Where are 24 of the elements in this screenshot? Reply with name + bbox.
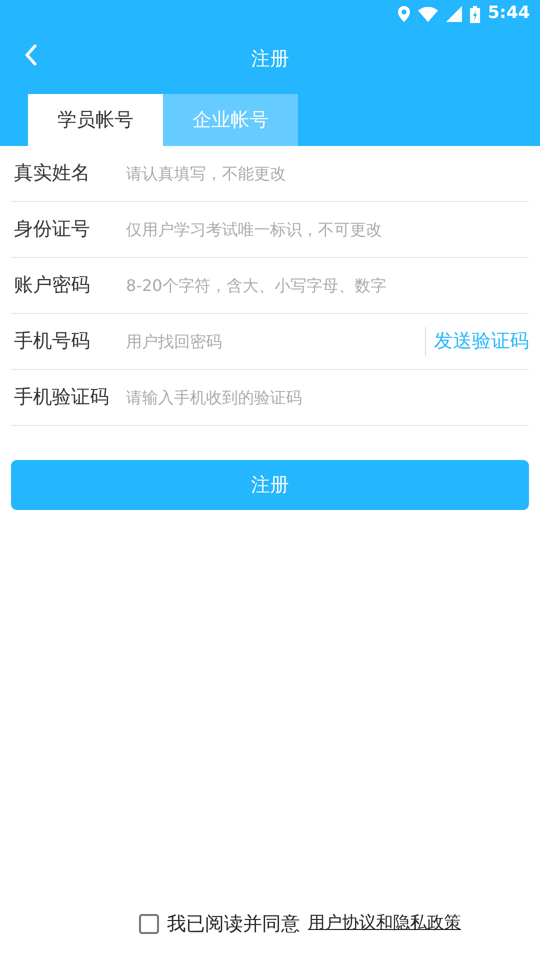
field-label: 身份证号 xyxy=(13,217,91,242)
input-field[interactable]: 仅用户学习考试唯一标识，不可更改 xyxy=(126,218,529,242)
field-label: 真实姓名 xyxy=(13,161,91,186)
input-field[interactable]: 请输入手机收到的验证码 xyxy=(126,386,529,410)
agreement-text: 我已阅读并同意 xyxy=(167,912,300,936)
signal-icon xyxy=(446,6,462,22)
wifi-icon xyxy=(418,6,438,22)
input-field[interactable]: 8-20个字符，含大、小写字母、数字 xyxy=(126,274,529,298)
register-button[interactable]: 注册 xyxy=(11,460,529,510)
send-code-button[interactable]: 发送验证码 xyxy=(425,327,529,356)
agree-checkbox[interactable] xyxy=(139,914,159,934)
location-icon xyxy=(398,6,410,22)
status-time: 5:44 xyxy=(488,2,530,26)
back-icon xyxy=(24,44,38,66)
field-label: 账户密码 xyxy=(13,273,91,298)
account-tab[interactable]: 企业帐号 xyxy=(163,94,298,146)
field-label: 手机验证码 xyxy=(13,385,110,410)
account-tab[interactable]: 学员帐号 xyxy=(28,94,163,146)
input-field[interactable]: 用户找回密码 xyxy=(126,330,425,354)
page-title: 注册 xyxy=(251,46,289,72)
input-field[interactable]: 请认真填写，不能更改 xyxy=(126,162,529,186)
field-label: 手机号码 xyxy=(13,329,91,354)
battery-icon xyxy=(470,6,480,22)
agreement-link[interactable]: 用户协议和隐私政策 xyxy=(308,911,461,936)
